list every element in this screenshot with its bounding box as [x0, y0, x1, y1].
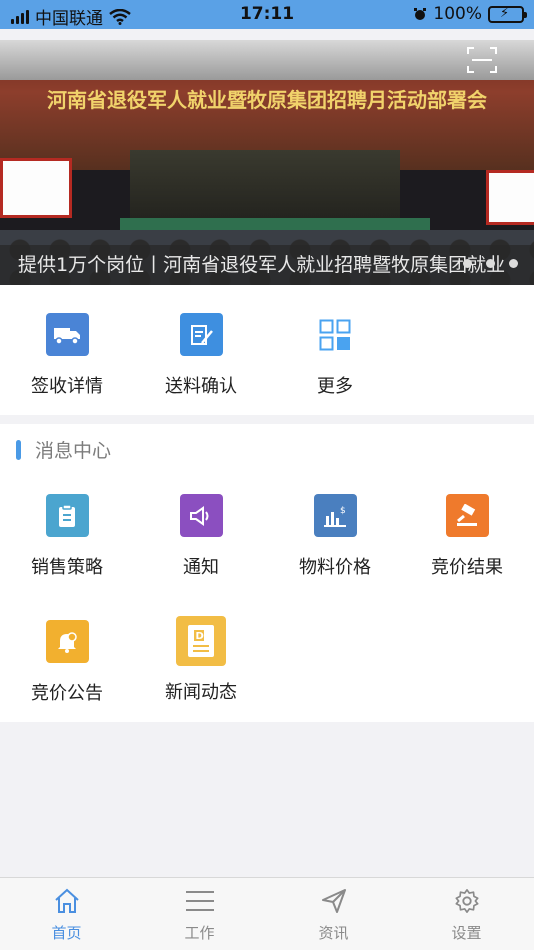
message-center: 消息中心 销售策略 通知 $ 物料价格 竞价结果 竞价公告 D 新闻动态: [0, 424, 534, 722]
sign-receipt-details-button[interactable]: 签收详情: [0, 313, 134, 398]
status-right: 100% ⚡: [413, 4, 527, 24]
message-item-label: 物料价格: [299, 557, 371, 578]
alarm-icon: [414, 8, 427, 20]
tab-label: 设置: [451, 924, 482, 942]
bottom-tab-bar: 首页 工作 资讯 设置: [0, 877, 534, 950]
tab-label: 资讯: [318, 924, 349, 942]
sign-document-icon: [179, 313, 223, 356]
tab-work[interactable]: 工作: [133, 888, 266, 943]
banner-photo-screen-left: [0, 158, 72, 218]
material-price-button[interactable]: $ 物料价格: [268, 494, 402, 579]
svg-text:$: $: [340, 506, 346, 516]
message-center-title: 消息中心: [35, 440, 112, 462]
gavel-icon: [445, 494, 489, 537]
svg-text:D: D: [196, 631, 204, 642]
grid-icon: [314, 313, 357, 356]
battery-percent: 100%: [433, 4, 482, 24]
quick-action-label: 签收详情: [31, 376, 103, 397]
tab-label: 工作: [184, 924, 215, 942]
gear-icon: [454, 889, 479, 913]
bidding-result-button[interactable]: 竞价结果: [400, 494, 534, 579]
message-center-header: 消息中心: [16, 436, 111, 463]
quick-action-label: 更多: [317, 376, 353, 397]
quick-actions: 签收详情 送料确认 更多: [0, 285, 534, 415]
clipboard-icon: [45, 494, 89, 537]
more-button[interactable]: 更多: [268, 313, 402, 398]
banner-photo-screen-right: [486, 170, 534, 225]
tab-settings[interactable]: 设置: [400, 888, 533, 943]
bell-icon: [45, 620, 89, 663]
banner-pagination: [463, 259, 518, 268]
sales-strategy-button[interactable]: 销售策略: [0, 494, 134, 579]
section-accent-bar: [16, 439, 21, 460]
bidding-announcement-button[interactable]: 竞价公告: [0, 620, 134, 705]
message-item-label: 通知: [183, 557, 219, 578]
tab-news[interactable]: 资讯: [267, 888, 400, 943]
news-icon: D: [176, 616, 226, 666]
tab-home[interactable]: 首页: [0, 888, 133, 943]
battery-icon: ⚡: [488, 5, 527, 23]
news-updates-button[interactable]: D 新闻动态: [134, 616, 268, 704]
message-item-label: 销售策略: [31, 557, 103, 578]
pagination-dot[interactable]: [486, 259, 495, 268]
pagination-dot[interactable]: [509, 259, 518, 268]
menu-icon: [185, 891, 214, 911]
truck-icon: [45, 313, 89, 356]
speaker-icon: [179, 494, 223, 537]
scan-icon[interactable]: [466, 46, 498, 74]
send-icon: [321, 889, 346, 913]
message-item-label: 竞价公告: [31, 683, 103, 704]
message-item-label: 竞价结果: [431, 557, 503, 578]
news-banner[interactable]: 河南省退役军人就业暨牧原集团招聘月活动部署会 提供1万个岗位丨河南省退役军人就业…: [0, 40, 534, 285]
tab-label: 首页: [51, 924, 82, 942]
banner-caption[interactable]: 提供1万个岗位丨河南省退役军人就业招聘暨牧原集团就业: [0, 245, 534, 285]
home-icon: [54, 888, 79, 913]
banner-photo-ceiling: [0, 40, 534, 80]
message-item-label: 新闻动态: [165, 682, 237, 703]
pagination-dot[interactable]: [463, 259, 472, 268]
delivery-confirm-button[interactable]: 送料确认: [134, 313, 268, 398]
notice-button[interactable]: 通知: [134, 494, 268, 579]
status-bar: 中国联通 17:11 100% ⚡: [0, 0, 534, 29]
price-chart-icon: $: [313, 494, 357, 537]
banner-photo-title: 河南省退役军人就业暨牧原集团招聘月活动部署会: [47, 88, 487, 112]
quick-action-label: 送料确认: [165, 376, 237, 397]
